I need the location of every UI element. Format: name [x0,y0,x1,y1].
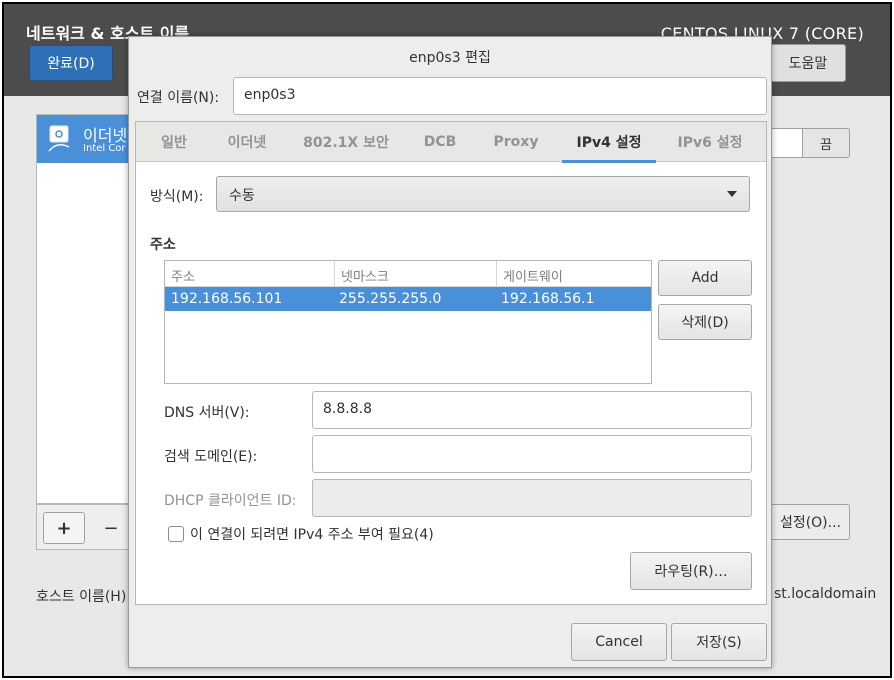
hostname-value: st.localdomain [774,586,877,602]
device-list-toolbar: + − [36,504,136,550]
require-ipv4-label[interactable]: 이 연결이 되려면 IPv4 주소 부여 필요(4) [190,524,434,544]
delete-address-button[interactable]: 삭제(D) [658,304,752,340]
routes-button[interactable]: 라우팅(R)… [630,552,752,590]
address-table: 주소 넷마스크 게이트웨이 192.168.56.101 255.255.255… [164,260,652,384]
search-domains-label: 검색 도메인(E): [164,449,258,465]
device-toggle-off[interactable]: 끔 [802,128,850,158]
help-button[interactable]: 도움말 [770,44,846,82]
add-device-button[interactable]: + [43,512,85,544]
connection-name-input[interactable]: enp0s3 [233,77,767,115]
column-header-gateway[interactable]: 게이트웨이 [497,261,651,287]
method-label: 방식(M): [150,189,204,205]
require-ipv4-row[interactable]: 이 연결이 되려면 IPv4 주소 부여 필요(4) [168,524,434,544]
screen-frame: 네트워크 & 호스트 이름 CENTOS LINUX 7 (CORE) 완료(D… [2,2,892,678]
gateway-cell[interactable]: 192.168.56.1 [495,287,649,311]
tab-general[interactable]: 일반 [154,122,194,162]
addresses-heading: 주소 [150,237,176,253]
tab-ipv6-settings[interactable]: IPv6 설정 [670,122,750,162]
netmask-cell[interactable]: 255.255.255.0 [333,287,495,311]
tab-dcb[interactable]: DCB [418,122,462,162]
done-button[interactable]: 완료(D) [29,45,113,81]
column-header-netmask[interactable]: 넷마스크 [335,261,497,287]
dialog-title: enp0s3 편집 [409,50,491,66]
address-cell[interactable]: 192.168.56.101 [165,287,335,311]
chevron-down-icon [727,191,737,197]
cancel-button[interactable]: Cancel [571,623,667,661]
save-button[interactable]: 저장(S) [671,623,767,661]
network-wired-icon [48,125,70,152]
settings-panel: 일반 이더넷 802.1X 보안 DCB Proxy IPv4 설정 IPv6 … [135,121,767,605]
address-table-header: 주소 넷마스크 게이트웨이 [165,261,651,287]
dns-servers-input[interactable]: 8.8.8.8 [312,391,752,429]
tab-8021x-security[interactable]: 802.1X 보안 [298,122,394,162]
dhcp-client-id-label: DHCP 클라이언트 ID: [164,493,297,509]
device-list: 이더넷 Intel Cor [36,114,136,504]
tab-proxy[interactable]: Proxy [488,122,544,162]
method-select[interactable]: 수동 [216,176,750,212]
method-value: 수동 [229,188,255,204]
remove-device-button[interactable]: − [91,512,131,544]
tab-ipv4-settings[interactable]: IPv4 설정 [562,122,656,163]
add-address-button[interactable]: Add [658,260,752,296]
search-domains-input[interactable] [312,435,752,473]
edit-connection-dialog: enp0s3 편집 연결 이름(N): enp0s3 일반 이더넷 802.1X… [128,36,772,668]
hostname-label: 호스트 이름(H) [36,589,127,605]
tab-ethernet[interactable]: 이더넷 [220,122,274,162]
device-subtitle: Intel Cor [83,143,126,154]
column-header-address[interactable]: 주소 [165,261,335,287]
dns-servers-label: DNS 서버(V): [164,405,250,421]
settings-tabs: 일반 이더넷 802.1X 보안 DCB Proxy IPv4 설정 IPv6 … [136,122,766,163]
device-list-item-ethernet[interactable]: 이더넷 Intel Cor [37,115,135,163]
require-ipv4-checkbox[interactable] [168,526,184,542]
dhcp-client-id-input [312,479,752,517]
connection-name-label: 연결 이름(N): [137,90,220,106]
table-row[interactable]: 192.168.56.101 255.255.255.0 192.168.56.… [165,287,651,311]
